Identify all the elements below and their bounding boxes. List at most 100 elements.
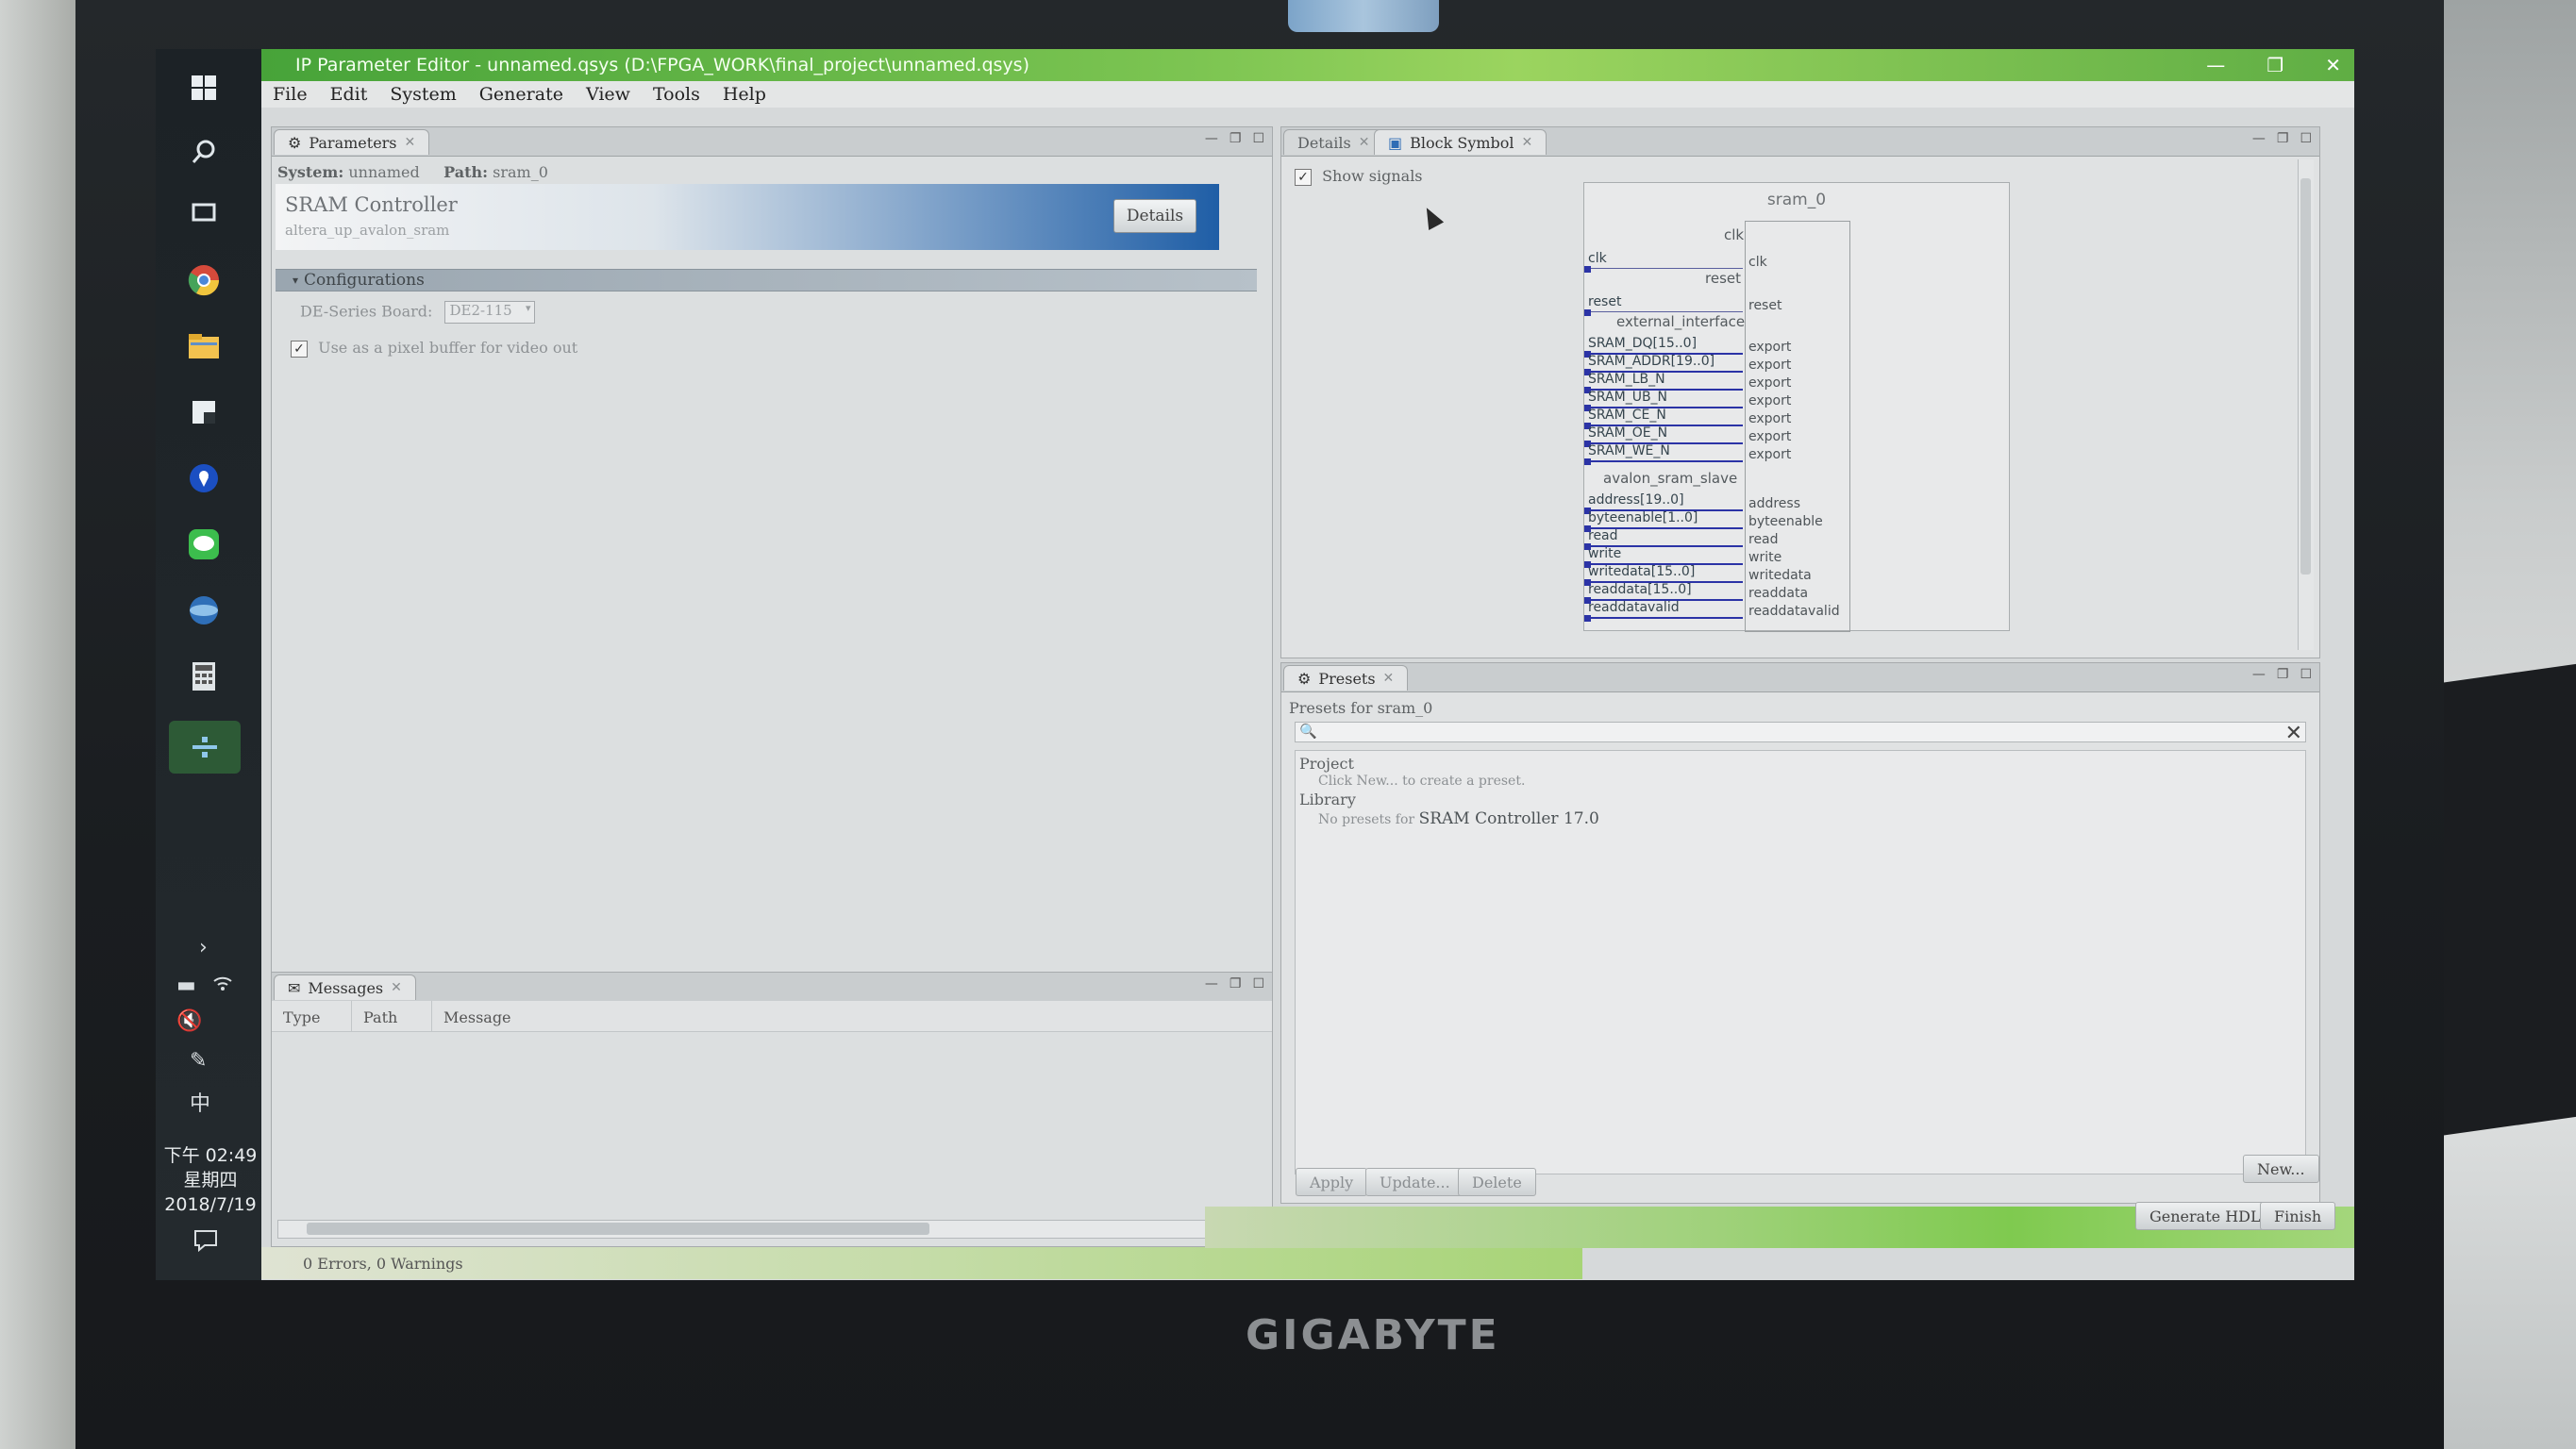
scrollbar-thumb[interactable] bbox=[307, 1223, 929, 1235]
network-icon[interactable] bbox=[182, 589, 226, 632]
external-signal: SRAM_OE_N bbox=[1584, 425, 1743, 447]
panel-restore-icon[interactable]: ❐ bbox=[1229, 131, 1242, 146]
tab-details[interactable]: Details ✕ bbox=[1283, 129, 1384, 155]
port-reset: reset bbox=[1748, 298, 1782, 313]
wifi-icon[interactable] bbox=[212, 974, 233, 998]
line-chat-icon[interactable] bbox=[182, 523, 226, 566]
panel-maximize-icon[interactable]: ☐ bbox=[1252, 976, 1264, 991]
menu-view[interactable]: View bbox=[586, 84, 630, 105]
battery-icon[interactable]: ▬ bbox=[176, 974, 196, 997]
file-explorer-icon[interactable] bbox=[182, 325, 226, 368]
close-button[interactable]: ✕ bbox=[2325, 54, 2341, 76]
board-select[interactable]: DE2-115 ▾ bbox=[444, 301, 536, 324]
close-tab-icon[interactable]: ✕ bbox=[391, 980, 402, 995]
board-label: DE-Series Board: bbox=[300, 302, 433, 321]
tray-expand-icon[interactable]: › bbox=[199, 936, 208, 959]
pixel-buffer-label: Use as a pixel buffer for video out bbox=[318, 339, 578, 357]
tab-presets-label: Presets bbox=[1318, 669, 1376, 688]
external-signal: SRAM_LB_N bbox=[1584, 372, 1743, 393]
parameters-icon: ⚙ bbox=[288, 133, 302, 152]
window-title: IP Parameter Editor - unnamed.qsys (D:\F… bbox=[295, 55, 1029, 75]
tab-block-symbol[interactable]: ▣ Block Symbol ✕ bbox=[1374, 129, 1547, 155]
signal-clk: clk bbox=[1584, 251, 1743, 273]
configurations-section[interactable]: ▾ Configurations bbox=[276, 269, 1257, 291]
messages-icon: ✉ bbox=[288, 978, 301, 997]
calculator-icon[interactable] bbox=[182, 655, 226, 698]
tree-project[interactable]: Project bbox=[1299, 755, 1354, 773]
tab-details-label: Details bbox=[1297, 133, 1351, 152]
avalon-signal: byteenable[1..0] bbox=[1584, 510, 1743, 532]
pin-marker bbox=[1584, 615, 1591, 622]
notification-icon[interactable] bbox=[184, 1219, 227, 1262]
ime-indicator[interactable]: 中 bbox=[190, 1087, 210, 1117]
panel-restore-icon[interactable]: ❐ bbox=[1229, 976, 1242, 991]
scrollbar-thumb[interactable] bbox=[2300, 178, 2311, 575]
panel-minimize-icon[interactable]: — bbox=[1205, 976, 1218, 991]
column-message[interactable]: Message bbox=[432, 1001, 1272, 1031]
notes-icon[interactable] bbox=[182, 391, 226, 434]
panel-maximize-icon[interactable]: ☐ bbox=[2300, 667, 2312, 682]
tab-presets[interactable]: ⚙ Presets ✕ bbox=[1283, 665, 1409, 691]
close-tab-icon[interactable]: ✕ bbox=[405, 135, 416, 150]
component-banner: SRAM Controller altera_up_avalon_sram De… bbox=[276, 184, 1219, 250]
menu-system[interactable]: System bbox=[390, 84, 456, 105]
tab-parameters-label: Parameters bbox=[309, 133, 397, 152]
close-tab-icon[interactable]: ✕ bbox=[1522, 135, 1533, 150]
panel-restore-icon[interactable]: ❐ bbox=[2277, 667, 2289, 682]
avalon-signal: read bbox=[1584, 528, 1743, 550]
search-icon: 🔍 bbox=[1299, 723, 1317, 740]
menu-generate[interactable]: Generate bbox=[479, 84, 563, 105]
block-symbol-panel: Details ✕ ▣ Block Symbol ✕ — ❐ ☐ ✓ Show … bbox=[1280, 126, 2320, 658]
show-signals-label: Show signals bbox=[1322, 167, 1423, 185]
avalon-signal: readdata[15..0] bbox=[1584, 582, 1743, 604]
pen-icon[interactable]: ✎ bbox=[190, 1049, 207, 1073]
component-title: SRAM Controller bbox=[285, 193, 458, 216]
interface-external: external_interface bbox=[1616, 313, 1746, 330]
close-tab-icon[interactable]: ✕ bbox=[1359, 135, 1370, 150]
chrome-icon[interactable] bbox=[182, 258, 226, 302]
quartus-icon[interactable] bbox=[169, 721, 241, 774]
restore-button[interactable]: ❐ bbox=[2267, 54, 2283, 76]
taskbar-clock[interactable]: 下午 02:49 星期四 2018/7/19 bbox=[163, 1143, 258, 1217]
tab-parameters[interactable]: ⚙ Parameters ✕ bbox=[274, 129, 430, 155]
column-type[interactable]: Type bbox=[272, 1001, 352, 1031]
tree-library[interactable]: Library bbox=[1299, 791, 1356, 808]
component-subtitle: altera_up_avalon_sram bbox=[285, 222, 450, 239]
panel-maximize-icon[interactable]: ☐ bbox=[1252, 131, 1264, 146]
task-view-icon[interactable] bbox=[182, 191, 226, 234]
panel-minimize-icon[interactable]: — bbox=[1205, 131, 1218, 146]
search-icon[interactable] bbox=[182, 130, 226, 174]
menu-edit[interactable]: Edit bbox=[330, 84, 368, 105]
apply-button[interactable]: Apply bbox=[1296, 1168, 1368, 1196]
clock-time: 下午 02:49 bbox=[163, 1145, 258, 1166]
delete-button[interactable]: Delete bbox=[1458, 1168, 1536, 1196]
vertical-scrollbar[interactable] bbox=[2298, 159, 2314, 650]
tab-messages[interactable]: ✉ Messages ✕ bbox=[274, 974, 416, 1000]
close-tab-icon[interactable]: ✕ bbox=[1383, 671, 1395, 686]
details-button[interactable]: Details bbox=[1113, 199, 1196, 233]
panel-maximize-icon[interactable]: ☐ bbox=[2300, 131, 2312, 146]
menu-file[interactable]: File bbox=[273, 84, 308, 105]
column-path[interactable]: Path bbox=[352, 1001, 432, 1031]
volume-muted-icon[interactable]: 🔇 bbox=[176, 1009, 202, 1033]
avalon-port: read bbox=[1748, 532, 1779, 547]
clear-search-icon[interactable]: ✕ bbox=[2285, 722, 2302, 745]
maps-icon[interactable] bbox=[182, 457, 226, 500]
finish-button[interactable]: Finish bbox=[2260, 1202, 2336, 1230]
horizontal-scrollbar[interactable] bbox=[277, 1220, 1266, 1239]
block-symbol-icon: ▣ bbox=[1388, 133, 1403, 152]
minimize-button[interactable]: — bbox=[2206, 54, 2225, 76]
taskbar: › ▬ 🔇 ✎ 中 下午 02:49 星期四 2018/7/19 bbox=[156, 49, 261, 1280]
new-preset-button[interactable]: New... bbox=[2243, 1155, 2319, 1183]
panel-minimize-icon[interactable]: — bbox=[2252, 667, 2266, 682]
show-signals-checkbox[interactable]: ✓ bbox=[1295, 168, 1312, 186]
windows-icon[interactable] bbox=[182, 66, 226, 109]
panel-restore-icon[interactable]: ❐ bbox=[2277, 131, 2289, 146]
external-signal: SRAM_CE_N bbox=[1584, 408, 1743, 429]
update-button[interactable]: Update... bbox=[1365, 1168, 1464, 1196]
panel-minimize-icon[interactable]: — bbox=[2252, 131, 2266, 146]
menu-help[interactable]: Help bbox=[723, 84, 766, 105]
menu-tools[interactable]: Tools bbox=[653, 84, 700, 105]
pixel-buffer-checkbox[interactable]: ✓ bbox=[291, 340, 308, 358]
preset-search-input[interactable]: 🔍 bbox=[1295, 722, 2306, 742]
